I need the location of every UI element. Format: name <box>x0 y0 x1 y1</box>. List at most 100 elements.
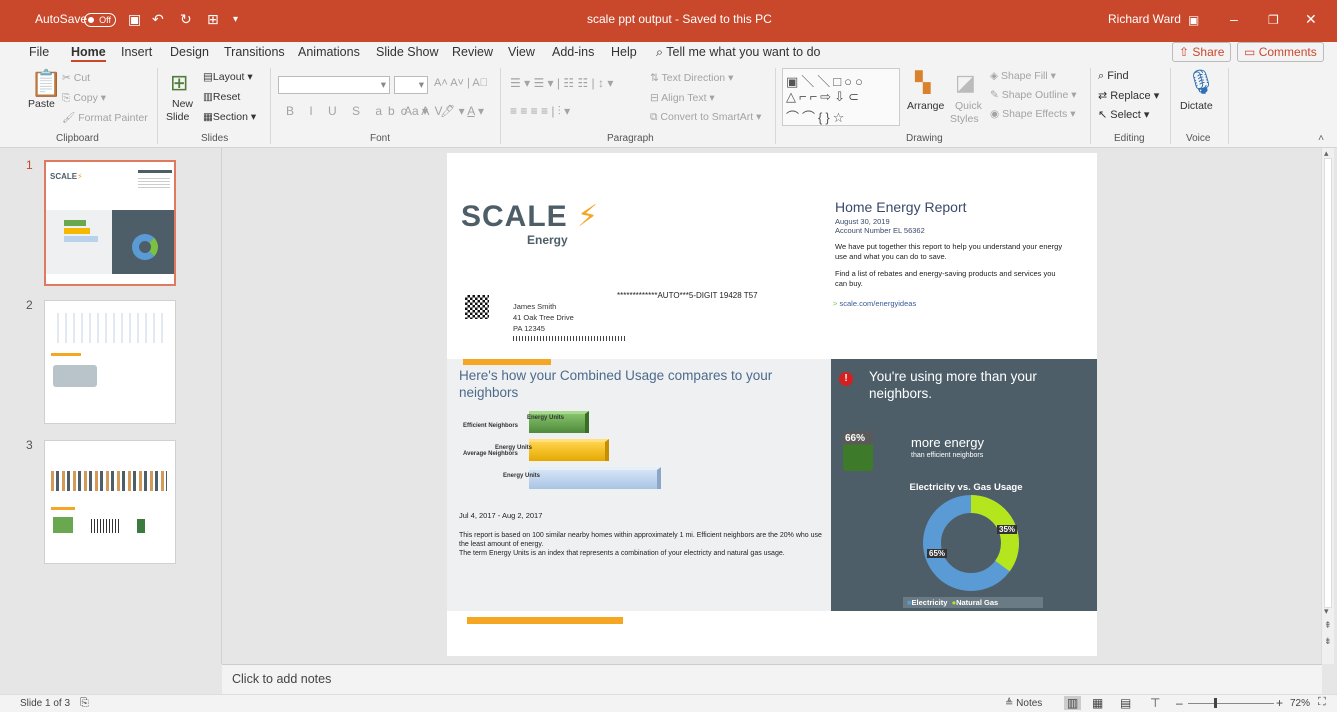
zoom-slider[interactable] <box>1188 703 1274 704</box>
tab-review[interactable]: Review <box>452 45 493 59</box>
tab-transitions[interactable]: Transitions <box>224 45 285 59</box>
tab-home[interactable]: Home <box>71 45 106 62</box>
autosave-toggle[interactable]: Off <box>84 13 116 27</box>
notes-pane[interactable]: Click to add notes <box>222 664 1322 694</box>
notes-button[interactable]: ≜ Notes <box>1005 698 1042 709</box>
ribbon-display-icon[interactable]: ▣ <box>1188 13 1199 27</box>
tab-file[interactable]: File <box>29 45 49 59</box>
zoom-level[interactable]: 72% <box>1290 698 1310 709</box>
new-slide-label-1[interactable]: New <box>172 98 193 110</box>
paste-icon[interactable]: 📋 <box>30 68 62 99</box>
tab-insert[interactable]: Insert <box>121 45 152 59</box>
close-icon[interactable]: ✕ <box>1305 11 1317 28</box>
slide-canvas[interactable]: SCALE ⚡ Energy Home Energy Report August… <box>447 153 1097 656</box>
font-name-select[interactable]: ▾ <box>278 76 390 94</box>
find-button[interactable]: ⌕ Find <box>1098 70 1129 83</box>
usage-percent: 66% <box>845 433 866 444</box>
group-paragraph: Paragraph <box>607 133 654 144</box>
tab-design[interactable]: Design <box>170 45 209 59</box>
present-icon[interactable]: ⊞ <box>207 11 219 28</box>
normal-view-icon[interactable]: ▥ <box>1064 696 1082 710</box>
tab-view[interactable]: View <box>508 45 535 59</box>
quick-styles-label-2[interactable]: Styles <box>950 113 979 125</box>
tab-slide-show[interactable]: Slide Show <box>376 45 439 59</box>
minimize-icon[interactable]: – <box>1230 11 1238 27</box>
replace-button[interactable]: ⇄ Replace ▾ <box>1098 89 1159 102</box>
restore-icon[interactable]: ❐ <box>1268 13 1279 27</box>
shape-fill-button[interactable]: ◈ Shape Fill ▾ <box>990 70 1056 82</box>
previous-slide-icon[interactable]: ⇞ <box>1324 620 1332 631</box>
notes-icon: ≜ <box>1005 698 1014 709</box>
arrange-icon[interactable]: ▚ <box>915 70 930 95</box>
slide-thumbnail-3[interactable] <box>44 440 176 564</box>
text-direction-button[interactable]: ⇅ Text Direction ▾ <box>650 72 733 84</box>
new-slide-label-2[interactable]: Slide <box>166 111 189 123</box>
copy-icon: ⎘ <box>62 92 71 104</box>
accessibility-icon[interactable]: ⎘ <box>80 697 89 710</box>
change-case-button[interactable]: Aa ▾ <box>404 104 428 118</box>
scroll-thumb[interactable] <box>1324 158 1332 608</box>
paste-button[interactable]: Paste <box>28 98 55 110</box>
layout-label: Layout <box>212 71 245 83</box>
select-button[interactable]: ↖ Select ▾ <box>1098 108 1149 121</box>
arrange-button[interactable]: Arrange <box>907 100 944 112</box>
slide-thumbnail-2[interactable] <box>44 300 176 424</box>
change-case-label: Aa <box>404 104 419 118</box>
zoom-in-icon[interactable]: + <box>1276 696 1283 710</box>
fit-to-window-icon[interactable]: ⛶ <box>1318 696 1326 709</box>
thumb-accent <box>51 353 81 356</box>
font-size-select[interactable]: ▾ <box>394 76 428 94</box>
compare-panel: Here's how your Combined Usage compares … <box>447 359 831 611</box>
vertical-scrollbar[interactable]: ▴ ▾ ⇞ ⇟ <box>1321 148 1334 664</box>
tab-help[interactable]: Help <box>611 45 637 59</box>
share-button[interactable]: ⇧ Share <box>1172 42 1232 62</box>
align-icons[interactable]: ≡ ≡ ≡ ≡ | ⫶ ▾ <box>510 104 570 119</box>
shapes-gallery[interactable]: ▣＼＼□○○ △⌐⌐⇨⇩⊂ ⌒⌒{}☆ <box>782 68 900 126</box>
microphone-icon[interactable]: 🎙 <box>1186 68 1216 97</box>
align-text-button[interactable]: ⊟ Align Text ▾ <box>650 92 715 104</box>
lightning-icon: ⚡ <box>577 200 600 233</box>
collapse-ribbon-icon[interactable]: ˄ <box>1318 132 1324 144</box>
shape-outline-button[interactable]: ✎ Shape Outline ▾ <box>990 89 1077 101</box>
scroll-down-icon[interactable]: ▾ <box>1324 606 1329 617</box>
logo-subtitle: Energy <box>527 233 568 247</box>
reset-label: Reset <box>212 91 241 103</box>
undo-icon[interactable]: ↶ <box>152 11 164 28</box>
tab-animations[interactable]: Animations <box>298 45 360 59</box>
slide-show-icon[interactable]: ⊤ <box>1150 696 1160 710</box>
smartart-button[interactable]: ⧉ Convert to SmartArt ▾ <box>650 111 761 124</box>
legend-gas: Natural Gas <box>956 598 999 607</box>
shapes-row-2: △⌐⌐⇨⇩⊂ <box>786 89 862 104</box>
cut-button[interactable]: ✂ Cut <box>62 72 90 84</box>
user-name[interactable]: Richard Ward <box>1108 12 1181 26</box>
shape-effects-button[interactable]: ◉ Shape Effects ▾ <box>990 108 1075 120</box>
comments-button[interactable]: ▭ Comments <box>1237 42 1324 62</box>
tell-me-search[interactable]: ⌕ Tell me what you want to do <box>656 45 821 60</box>
notes-placeholder[interactable]: Click to add notes <box>232 672 331 686</box>
highlight-icon[interactable]: 🖊 ▾ A ▾ <box>440 104 484 118</box>
quick-styles-icon[interactable]: ◪ <box>955 70 976 96</box>
tab-add-ins[interactable]: Add-ins <box>552 45 594 59</box>
reset-button[interactable]: ▥Reset <box>203 91 240 103</box>
group-voice: Voice <box>1186 133 1211 144</box>
bullets-icon[interactable]: ☰ ▾ ☰ ▾ | ☷ ☷ | ↕ ▾ <box>510 76 613 90</box>
save-icon[interactable]: ▣ <box>128 11 141 28</box>
slide-thumbnail-1[interactable]: SCALE⚡ <box>44 160 176 286</box>
next-slide-icon[interactable]: ⇟ <box>1324 636 1332 647</box>
zoom-out-icon[interactable]: – <box>1176 696 1183 710</box>
customize-icon[interactable]: ▾ <box>233 14 238 25</box>
thumb-thermostat <box>53 365 97 387</box>
copy-button[interactable]: ⎘ Copy ▾ <box>62 92 106 105</box>
slide-sorter-icon[interactable]: ▦ <box>1092 696 1103 710</box>
format-painter-button[interactable]: 🖌 Format Painter <box>62 111 148 124</box>
dictate-button[interactable]: Dictate <box>1180 100 1213 112</box>
grow-font-icon[interactable]: A˄ A˅ | A⃥ <box>434 77 488 89</box>
layout-button[interactable]: ▤Layout ▾ <box>203 71 253 83</box>
energy-ideas-link[interactable]: > scale.com/energyideas <box>833 299 916 308</box>
section-button[interactable]: ▦Section ▾ <box>203 111 256 123</box>
redo-icon[interactable]: ↻ <box>180 11 192 28</box>
reading-view-icon[interactable]: ▤ <box>1120 696 1131 710</box>
quick-styles-label-1[interactable]: Quick <box>955 100 982 112</box>
new-slide-icon[interactable]: ⊞ <box>170 70 188 96</box>
zoom-slider-thumb[interactable] <box>1214 698 1217 708</box>
